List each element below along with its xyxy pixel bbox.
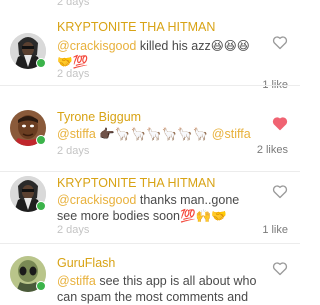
comment-text: @crackisgood thanks man..gone see more b… [57, 192, 262, 224]
online-status-dot [36, 58, 46, 68]
like-heart-icon[interactable] [272, 261, 288, 276]
comment-username[interactable]: Tyrone Biggum [57, 110, 141, 124]
like-count[interactable]: 2 likes [257, 144, 288, 156]
comment-username[interactable]: KRYPTONITE THA HITMAN [57, 20, 215, 34]
user-mention-link[interactable]: @stiffa [57, 274, 96, 288]
user-mention-link[interactable]: @crackisgood [57, 193, 136, 207]
comment-item: KRYPTONITE THA HITMAN @crackisgood thank… [0, 162, 300, 248]
online-status-dot [36, 281, 46, 291]
comment-timestamp: 2 days [57, 145, 90, 157]
comment-timestamp: 2 days [57, 68, 90, 80]
comment-text: @stiffa see this app is all about who ca… [57, 273, 262, 305]
online-status-dot [36, 135, 46, 145]
like-count[interactable]: 1 like [262, 224, 288, 236]
comment-username[interactable]: KRYPTONITE THA HITMAN [57, 176, 215, 190]
comment-item: GuruFlash @stiffa see this app is all ab… [0, 246, 300, 304]
like-heart-icon[interactable] [272, 116, 288, 131]
like-heart-icon[interactable] [272, 184, 288, 199]
comment-text: @crackisgood killed his azz😆😆😆🤝💯 [57, 38, 262, 70]
comment-item: Tyrone Biggum @stiffa 👉🏿🦙🦙🦙🦙🦙🦙 @stiffa 2… [0, 86, 300, 172]
comment-timestamp: 2 days [57, 224, 90, 236]
online-status-dot [36, 201, 46, 211]
comment-text: @stiffa 👉🏿🦙🦙🦙🦙🦙🦙 @stiffa [57, 126, 262, 142]
user-mention-link[interactable]: @stiffa [212, 127, 251, 141]
user-mention-link[interactable]: @crackisgood [57, 39, 136, 53]
comment-item: KRYPTONITE THA HITMAN @crackisgood kille… [0, 0, 300, 91]
user-mention-link[interactable]: @stiffa [57, 127, 96, 141]
comment-divider [0, 243, 300, 244]
comment-message: 👉🏿🦙🦙🦙🦙🦙🦙 [95, 127, 212, 141]
like-heart-icon[interactable] [272, 35, 288, 50]
comment-username[interactable]: GuruFlash [57, 256, 115, 270]
